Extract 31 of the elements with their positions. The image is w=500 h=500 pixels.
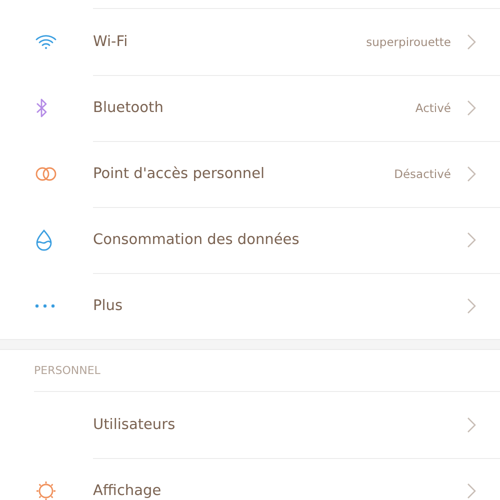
chevron-icon [467,232,476,248]
bluetooth-icon [35,98,49,118]
chevron-icon [467,298,476,314]
chevron-icon [467,166,476,182]
settings-row[interactable]: Point d'accès personnel Désactivé [0,141,500,207]
linked-rings-icon [35,166,57,182]
row-label: Wi-Fi [93,34,129,50]
settings-row[interactable]: Consommation des données [0,207,500,273]
row-label: Utilisateurs [93,416,176,432]
section-header: PERSONNEL [34,364,100,377]
row-value: Activé [415,100,451,114]
row-label: Plus [93,298,124,314]
row-label: Affichage [93,483,162,499]
row-value: superpirouette [366,34,451,48]
row-label: Point d'accès personnel [93,166,266,182]
row-value: Désactivé [394,166,451,180]
more-icon [35,304,55,308]
settings-row[interactable]: Plus [0,273,500,339]
sun-icon [35,480,57,500]
water-drop-icon [35,229,53,251]
chevron-icon [467,483,476,499]
settings-row[interactable]: Wi-Fi superpirouette [0,9,500,75]
chevron-icon [467,416,476,432]
wifi-icon [35,34,57,50]
settings-row[interactable]: Utilisateurs [0,392,500,458]
chevron-icon [467,100,476,116]
settings-row[interactable]: Affichage [0,458,500,500]
chevron-icon [467,34,476,50]
row-label: Bluetooth [93,100,164,116]
settings-row[interactable]: Bluetooth Activé [0,75,500,141]
row-label: Consommation des données [93,232,300,248]
